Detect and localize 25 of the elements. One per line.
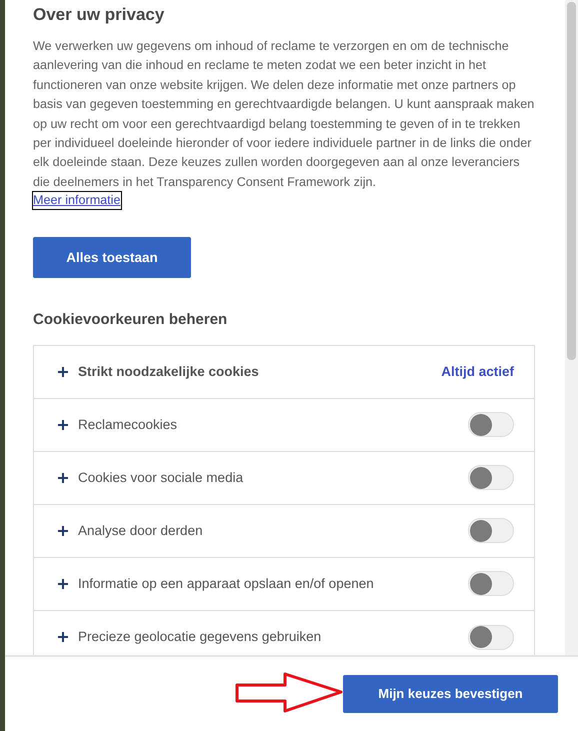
cookie-category-row[interactable]: Analyse door derden [34, 504, 534, 558]
more-info-link[interactable]: Meer informatie [33, 192, 120, 210]
toggle-switch[interactable] [468, 518, 514, 544]
category-label: Strikt noodzakelijke cookies [78, 362, 259, 381]
category-label: Reclamecookies [78, 416, 178, 434]
preferences-heading: Cookievoorkeuren beheren [33, 310, 228, 330]
toggle-switch[interactable] [468, 465, 514, 490]
category-label: Analyse door derden [78, 522, 203, 540]
privacy-text: We verwerken uw gegevens om inhoud of reclame te verzorgen en om de technische aanlevering van die inhoud en reclame te meten zodat we een beter inzicht in het functioneren van onze website krijgen. We delen deze informatie met onze partners op basis van gegeven toestemming en gerechtvaardigde belangen. U kunt aanspraak maken op uw recht om voor een gerechtvaardigd belang toestemming te geven of in te trekken per individueel doeleinde hieronder of voor iedere individuele partner in de links die onder elk doeleinde staan. Deze keuzes zullen worden doorgegeven aan al onze leveranciers die deelnemers in het Transparency Consent Framework zijn. [33, 38, 535, 191]
cookie-category-row[interactable]: Reclamecookies [34, 398, 534, 452]
cookie-category-row[interactable]: Informatie op een apparaat opslaan en/of openen [34, 558, 534, 611]
always-active-label: Altijd actief [441, 362, 514, 381]
toggle-switch[interactable] [468, 571, 514, 596]
category-label: Informatie op een apparaat opslaan en/of openen [78, 574, 374, 593]
confirm-choices-button[interactable]: Mijn keuzes bevestigen [343, 675, 558, 713]
privacy-heading: Over uw privacy [33, 4, 166, 26]
scrollbar-thumb[interactable] [567, 2, 576, 360]
category-label: Cookies voor sociale media [78, 468, 244, 487]
cookie-category-row[interactable]: Cookies voor sociale media [34, 452, 534, 505]
toggle-switch[interactable] [468, 412, 514, 438]
toggle-switch[interactable] [468, 624, 514, 650]
cookie-category-row[interactable]: Precieze geolocatie gegevens gebruiken [34, 610, 534, 655]
category-label: Precieze geolocatie gegevens gebruiken [78, 628, 322, 646]
allow-all-button[interactable]: Alles toestaan [33, 237, 191, 278]
cookie-category-row[interactable]: Strikt noodzakelijke cookies Altijd actief [34, 346, 534, 399]
